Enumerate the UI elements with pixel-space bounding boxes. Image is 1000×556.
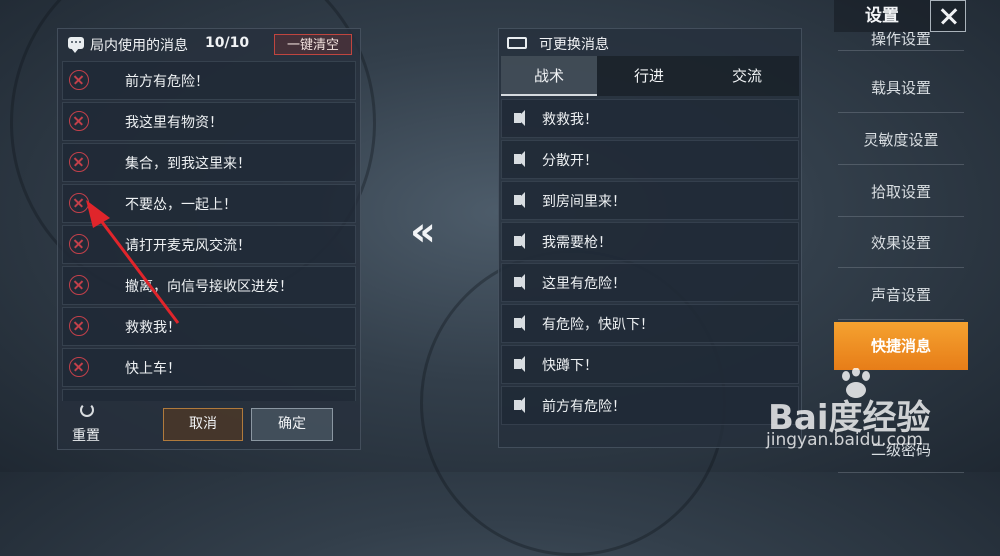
annotation-arrow-head (86, 200, 110, 228)
baidu-watermark: Bai度经验 jingyan.baidu.com (758, 368, 988, 464)
annotation-arrow-shaft (94, 213, 180, 324)
watermark-url: jingyan.baidu.com (766, 430, 923, 450)
